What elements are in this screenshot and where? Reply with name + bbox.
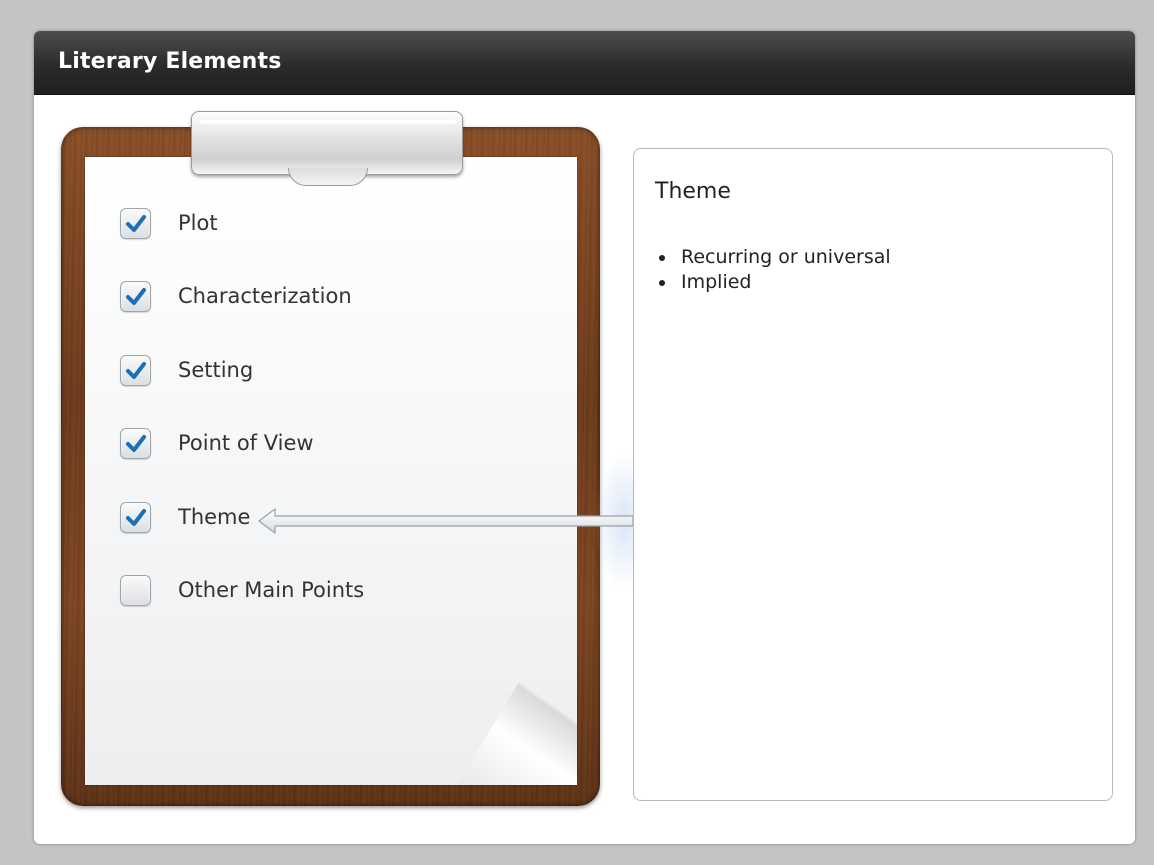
- left-arrow-icon: [258, 508, 634, 534]
- checkbox-theme[interactable]: [120, 501, 151, 533]
- checklist-label: Other Main Points: [178, 578, 365, 602]
- detail-title: Theme: [655, 179, 731, 204]
- checklist-label: Point of View: [178, 431, 314, 455]
- checkbox-point-of-view[interactable]: [120, 427, 151, 459]
- checkbox-plot[interactable]: [120, 207, 151, 239]
- detail-bullet: Recurring or universal: [655, 245, 891, 270]
- title-bar: Literary Elements: [34, 31, 1135, 95]
- checklist-label: Theme: [178, 505, 251, 529]
- checklist-label: Characterization: [178, 284, 352, 308]
- checklist-item-plot[interactable]: Plot: [120, 203, 218, 243]
- checklist-label: Setting: [178, 358, 254, 382]
- checkmark-icon: [125, 509, 146, 526]
- clip-tab: [288, 168, 368, 186]
- checklist-item-other-main-points[interactable]: Other Main Points: [120, 570, 364, 610]
- paper-curl: [457, 585, 577, 785]
- detail-bullet-list: Recurring or universal Implied: [655, 245, 891, 295]
- checkmark-icon: [125, 435, 146, 452]
- window-title: Literary Elements: [58, 49, 282, 74]
- clip-highlight: [200, 120, 456, 124]
- checkmark-icon: [125, 362, 146, 379]
- detail-bullet: Implied: [655, 270, 891, 295]
- checkmark-icon: [125, 288, 146, 305]
- detail-panel: Theme Recurring or universal Implied: [633, 148, 1113, 801]
- checklist-item-theme[interactable]: Theme: [120, 497, 250, 537]
- checkbox-characterization[interactable]: [120, 280, 151, 312]
- checklist-item-point-of-view[interactable]: Point of View: [120, 423, 314, 463]
- checkbox-setting[interactable]: [120, 354, 151, 386]
- lesson-window: Literary Elements Plot Characterization: [34, 31, 1135, 844]
- checkbox-other-main-points[interactable]: [120, 574, 151, 606]
- clipboard-paper: [85, 157, 577, 785]
- checklist-item-characterization[interactable]: Characterization: [120, 276, 352, 316]
- checkmark-icon: [125, 215, 146, 232]
- clipboard-clip: [191, 111, 463, 186]
- checklist-item-setting[interactable]: Setting: [120, 350, 253, 390]
- checklist-label: Plot: [178, 211, 218, 235]
